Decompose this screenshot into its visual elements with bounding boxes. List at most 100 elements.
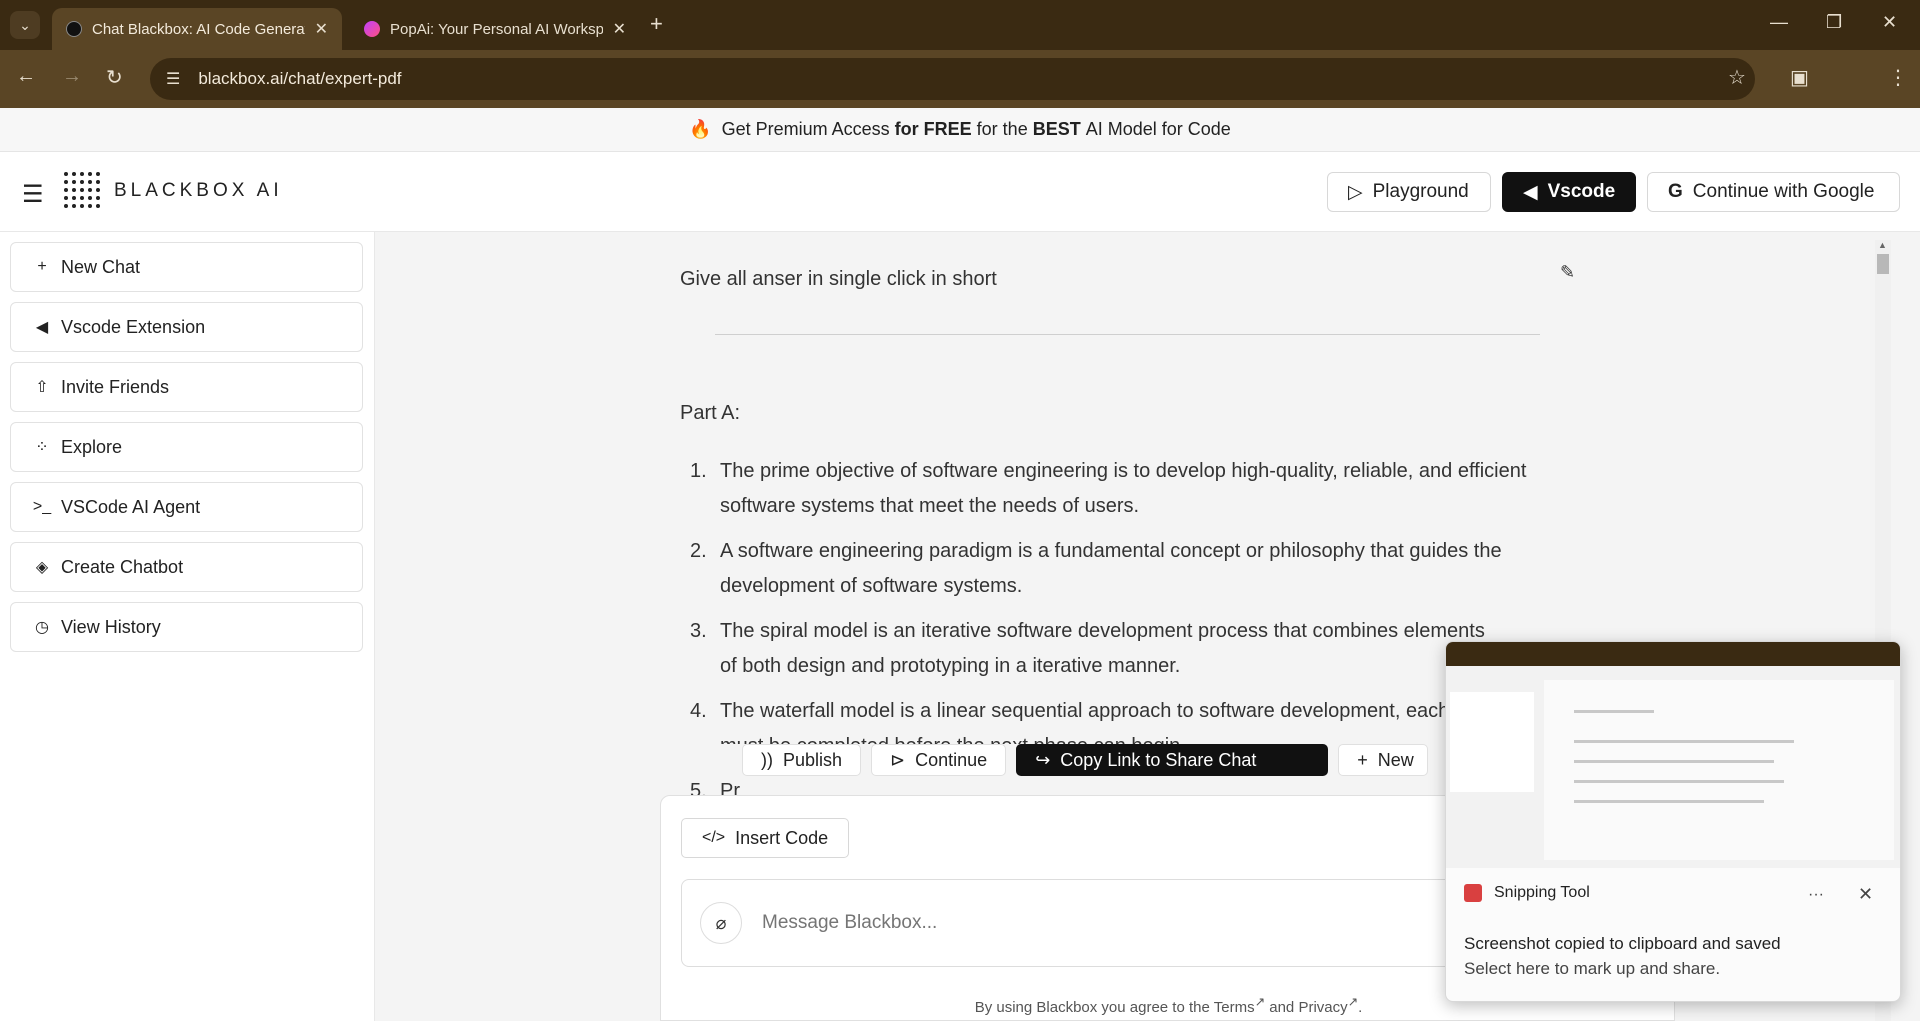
new-chat-button[interactable]: + New — [1338, 744, 1429, 776]
logo-text: BLACKBOX AI — [114, 180, 283, 201]
banner-text: AI Model for Code — [1085, 119, 1231, 139]
edit-pencil-icon[interactable]: ✎ — [1560, 262, 1575, 283]
hamburger-menu-icon[interactable]: ☰ — [22, 180, 44, 209]
menu-kebab-icon[interactable]: ⋮ — [1888, 65, 1908, 90]
window-close-icon[interactable]: ✕ — [1882, 12, 1897, 33]
banner-text: for the — [976, 119, 1028, 139]
layers-icon: ◈ — [35, 559, 49, 576]
sidebar-item-new-chat[interactable]: + New Chat — [10, 242, 363, 292]
blackbox-logo[interactable]: BLACKBOX AI — [64, 172, 283, 210]
answer-text: The waterfall model is a linear sequenti… — [720, 700, 1509, 744]
snipping-tool-icon — [1464, 884, 1482, 902]
toast-header: Snipping Tool — [1464, 884, 1590, 902]
sidebar-item-vscode-extension[interactable]: ◀ Vscode Extension — [10, 302, 363, 352]
answer-item: 3. The spiral model is an iterative soft… — [680, 614, 1500, 684]
answer-number: 4. — [690, 700, 707, 722]
tab-popai[interactable]: PopAi: Your Personal AI Worksp ✕ — [350, 8, 640, 50]
minimize-icon[interactable]: — — [1770, 12, 1788, 33]
screenshot-thumbnail[interactable] — [1446, 642, 1900, 868]
sidebar-item-explore[interactable]: ⁘ Explore — [10, 422, 363, 472]
sidebar-item-invite-friends[interactable]: ⇧ Invite Friends — [10, 362, 363, 412]
thumbnail-line — [1574, 740, 1794, 743]
restore-icon[interactable]: ❐ — [1826, 12, 1842, 33]
fire-icon: 🔥 — [689, 119, 712, 139]
terms-link[interactable]: Terms — [1214, 999, 1255, 1016]
attach-paperclip-icon[interactable]: ⌀ — [700, 902, 742, 944]
sidebar-item-label: Invite Friends — [61, 376, 170, 397]
answer-number: 1. — [690, 460, 707, 482]
button-label: Publish — [783, 749, 843, 770]
close-tab-icon[interactable]: ✕ — [315, 19, 328, 39]
logo-dots-icon — [64, 172, 102, 210]
button-label: Playground — [1372, 181, 1469, 202]
sidebar-item-label: View History — [61, 616, 161, 637]
playground-button[interactable]: ▷ Playground — [1327, 172, 1491, 212]
sidebar-item-label: Vscode Extension — [61, 316, 206, 337]
answer-item: 4. The waterfall model is a linear seque… — [680, 694, 1525, 744]
answer-item: 5. Pr — [680, 774, 1550, 796]
clock-icon: ◷ — [35, 619, 49, 636]
answer-text: A software engineering paradigm is a fun… — [720, 540, 1502, 597]
new-tab-button[interactable]: + — [650, 11, 663, 37]
banner-text: Get Premium Access — [721, 119, 890, 139]
thumbnail-titlebar — [1446, 642, 1900, 666]
divider — [715, 334, 1540, 335]
code-icon: </> — [702, 829, 726, 846]
sidebar-item-label: New Chat — [61, 256, 141, 277]
back-icon[interactable]: ← — [16, 65, 36, 88]
toast-close-icon[interactable]: ✕ — [1858, 884, 1873, 905]
answer-number: 2. — [690, 540, 707, 562]
snipping-tool-notification[interactable]: Snipping Tool ··· ✕ Screenshot copied to… — [1445, 641, 1901, 1002]
sidebar-item-create-chatbot[interactable]: ◈ Create Chatbot — [10, 542, 363, 592]
sidebar-item-label: Explore — [61, 436, 123, 457]
tab-search-chevron-icon[interactable]: ⌄ — [10, 11, 40, 39]
scrollbar-thumb[interactable] — [1877, 254, 1889, 274]
share-icon: ⇧ — [35, 379, 49, 396]
vscode-button[interactable]: ◀ Vscode — [1502, 172, 1636, 212]
thumbnail-line — [1574, 760, 1774, 763]
thumbnail-line — [1574, 780, 1784, 783]
banner-bold: for FREE — [894, 119, 972, 139]
copy-link-button[interactable]: ↪ Copy Link to Share Chat — [1016, 744, 1329, 776]
site-info-icon[interactable]: ☰ — [166, 69, 180, 89]
toast-title: Screenshot copied to clipboard and saved — [1464, 934, 1781, 953]
answer-text: Pr — [720, 780, 740, 796]
message-input[interactable] — [762, 912, 1462, 934]
scroll-up-arrow-icon[interactable]: ▲ — [1878, 240, 1887, 250]
answer-text: The prime objective of software engineer… — [720, 460, 1527, 517]
privacy-link[interactable]: Privacy — [1298, 999, 1347, 1016]
bookmark-star-icon[interactable]: ☆ — [1728, 65, 1746, 90]
tab-title: PopAi: Your Personal AI Worksp — [390, 20, 603, 38]
button-label: New — [1377, 749, 1414, 770]
url-text: blackbox.ai/chat/expert-pdf — [198, 69, 402, 88]
google-icon: G — [1668, 181, 1683, 202]
close-tab-icon[interactable]: ✕ — [613, 19, 626, 39]
insert-code-button[interactable]: </> Insert Code — [681, 818, 850, 858]
sidebar-item-view-history[interactable]: ◷ View History — [10, 602, 363, 652]
reload-icon[interactable]: ↻ — [106, 65, 123, 90]
browser-toolbar: ← → ↻ ☰ blackbox.ai/chat/expert-pdf ☆ ▣ … — [0, 50, 1920, 141]
publish-button[interactable]: )) Publish — [742, 744, 862, 776]
grid-icon: ⁘ — [35, 439, 49, 456]
toast-subtitle: Select here to mark up and share. — [1464, 959, 1721, 978]
forward-icon[interactable]: → — [62, 65, 82, 88]
more-options-icon[interactable]: ··· — [1808, 886, 1824, 904]
plus-icon: + — [1357, 749, 1368, 770]
continue-with-google-button[interactable]: G Continue with Google — [1647, 172, 1900, 212]
tab-title: Chat Blackbox: AI Code Generat — [92, 20, 305, 38]
answer-number: 3. — [690, 620, 707, 642]
answer-item: 1. The prime objective of software engin… — [680, 454, 1550, 524]
sidebar-item-vscode-ai-agent[interactable]: >_ VSCode AI Agent — [10, 482, 363, 532]
tab-blackbox[interactable]: Chat Blackbox: AI Code Generat ✕ — [52, 8, 342, 50]
answer-number: 5. — [690, 780, 707, 796]
thumbnail-sidebar — [1450, 692, 1534, 792]
continue-button[interactable]: ⊳ Continue — [871, 744, 1007, 776]
toast-app-name: Snipping Tool — [1494, 884, 1590, 901]
side-panel-icon[interactable]: ▣ — [1790, 65, 1809, 90]
button-label: Continue — [915, 749, 988, 770]
premium-banner[interactable]: 🔥 Get Premium Access for FREE for the BE… — [0, 108, 1920, 152]
sidebar-item-label: Create Chatbot — [61, 556, 184, 577]
terms-text: and — [1269, 999, 1295, 1016]
address-bar[interactable]: ☰ blackbox.ai/chat/expert-pdf — [150, 58, 1755, 100]
terminal-icon: >_ — [32, 498, 52, 515]
